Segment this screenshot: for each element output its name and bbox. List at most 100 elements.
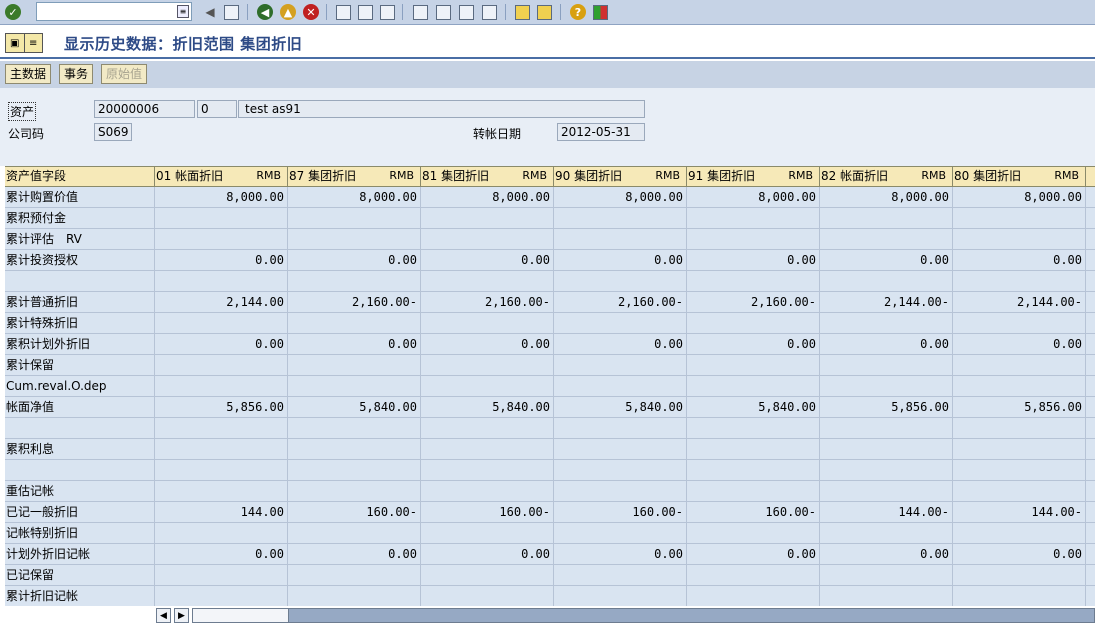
value-cell[interactable]: [953, 565, 1086, 586]
value-cell[interactable]: 0.00: [421, 544, 554, 565]
value-cell[interactable]: [155, 481, 288, 502]
last-page-icon[interactable]: [480, 3, 498, 21]
value-cell[interactable]: [953, 376, 1086, 397]
value-cell[interactable]: 160.00-: [687, 502, 820, 523]
value-cell[interactable]: [155, 565, 288, 586]
value-cell[interactable]: [155, 208, 288, 229]
back-icon[interactable]: ◀: [256, 3, 274, 21]
value-cell[interactable]: 5,840.00: [421, 397, 554, 418]
posting-date-field[interactable]: 2012-05-31: [557, 123, 645, 141]
value-cell[interactable]: 8,000.00: [421, 187, 554, 208]
value-cell[interactable]: 8,000.00: [820, 187, 953, 208]
value-cell[interactable]: 0.00: [820, 544, 953, 565]
value-cell[interactable]: [288, 523, 421, 544]
value-cell[interactable]: [554, 376, 687, 397]
value-cell[interactable]: [687, 229, 820, 250]
value-cell[interactable]: [421, 313, 554, 334]
value-cell[interactable]: [155, 355, 288, 376]
value-cell[interactable]: 5,840.00: [687, 397, 820, 418]
value-cell[interactable]: [421, 229, 554, 250]
save-icon[interactable]: [222, 3, 240, 21]
scroll-right-icon[interactable]: ▶: [174, 608, 189, 623]
exit-icon[interactable]: ▲: [279, 3, 297, 21]
value-cell[interactable]: 0.00: [288, 250, 421, 271]
value-cell[interactable]: 144.00: [155, 502, 288, 523]
asset-subnumber-field[interactable]: 0: [197, 100, 237, 118]
col-header-area[interactable]: 81 集团折旧 RMB: [421, 167, 554, 186]
value-cell[interactable]: 0.00: [288, 334, 421, 355]
value-cell[interactable]: 5,856.00: [953, 397, 1086, 418]
value-cell[interactable]: [554, 481, 687, 502]
value-cell[interactable]: [820, 481, 953, 502]
value-cell[interactable]: [820, 460, 953, 481]
value-cell[interactable]: [288, 313, 421, 334]
value-cell[interactable]: [421, 460, 554, 481]
left-arrow-icon[interactable]: ◀: [201, 3, 219, 21]
list-icon[interactable]: ≡: [23, 34, 43, 52]
value-cell[interactable]: [687, 208, 820, 229]
value-cell[interactable]: [421, 565, 554, 586]
value-cell[interactable]: [953, 229, 1086, 250]
value-cell[interactable]: 0.00: [554, 250, 687, 271]
prev-page-icon[interactable]: [434, 3, 452, 21]
value-cell[interactable]: [687, 481, 820, 502]
value-cell[interactable]: [953, 313, 1086, 334]
print-icon[interactable]: [334, 3, 352, 21]
value-cell[interactable]: [155, 229, 288, 250]
command-field[interactable]: ≡: [36, 2, 192, 21]
menu-icon[interactable]: ▣ ≡: [5, 33, 43, 53]
value-cell[interactable]: [421, 271, 554, 292]
value-cell[interactable]: 8,000.00: [288, 187, 421, 208]
value-cell[interactable]: 2,144.00-: [953, 292, 1086, 313]
value-cell[interactable]: [687, 418, 820, 439]
value-cell[interactable]: 8,000.00: [687, 187, 820, 208]
value-cell[interactable]: 2,160.00-: [421, 292, 554, 313]
asset-label[interactable]: 资产: [8, 102, 37, 121]
enter-icon[interactable]: ✓: [4, 3, 22, 21]
value-cell[interactable]: [687, 355, 820, 376]
value-cell[interactable]: [687, 313, 820, 334]
value-cell[interactable]: 2,144.00-: [820, 292, 953, 313]
value-cell[interactable]: [820, 418, 953, 439]
value-cell[interactable]: [421, 355, 554, 376]
value-cell[interactable]: [554, 313, 687, 334]
first-page-icon[interactable]: [411, 3, 429, 21]
cancel-icon[interactable]: ✕: [302, 3, 320, 21]
shortcut-icon[interactable]: [535, 3, 553, 21]
value-cell[interactable]: [687, 460, 820, 481]
value-cell[interactable]: [421, 481, 554, 502]
value-cell[interactable]: 0.00: [155, 250, 288, 271]
master-data-button[interactable]: 主数据: [5, 64, 52, 84]
value-cell[interactable]: [155, 523, 288, 544]
value-cell[interactable]: [554, 208, 687, 229]
value-cell[interactable]: [421, 376, 554, 397]
col-header-area[interactable]: 80 集团折旧 RMB: [953, 167, 1086, 186]
value-cell[interactable]: 8,000.00: [155, 187, 288, 208]
value-cell[interactable]: [288, 271, 421, 292]
value-cell[interactable]: 5,856.00: [820, 397, 953, 418]
value-cell[interactable]: [288, 460, 421, 481]
value-cell[interactable]: 2,160.00-: [687, 292, 820, 313]
asset-number-field[interactable]: 20000006: [94, 100, 195, 118]
value-cell[interactable]: [820, 376, 953, 397]
value-cell[interactable]: [820, 355, 953, 376]
find-icon[interactable]: [356, 3, 374, 21]
value-cell[interactable]: 5,840.00: [288, 397, 421, 418]
col-header-field[interactable]: 资产值字段: [5, 167, 155, 186]
value-cell[interactable]: [687, 523, 820, 544]
value-cell[interactable]: [155, 376, 288, 397]
history-icon[interactable]: ≡: [177, 5, 189, 18]
company-code-field[interactable]: S069: [94, 123, 132, 141]
value-cell[interactable]: [687, 271, 820, 292]
value-cell[interactable]: 160.00-: [421, 502, 554, 523]
value-cell[interactable]: [288, 586, 421, 606]
value-cell[interactable]: [554, 439, 687, 460]
value-cell[interactable]: [288, 208, 421, 229]
value-cell[interactable]: [554, 460, 687, 481]
value-cell[interactable]: 0.00: [953, 250, 1086, 271]
col-header-area[interactable]: 91 集团折旧 RMB: [687, 167, 820, 186]
col-header-area[interactable]: 01 帐面折旧 RMB: [155, 167, 288, 186]
scroll-left-icon[interactable]: ◀: [156, 608, 171, 623]
value-cell[interactable]: [155, 439, 288, 460]
value-cell[interactable]: 5,840.00: [554, 397, 687, 418]
